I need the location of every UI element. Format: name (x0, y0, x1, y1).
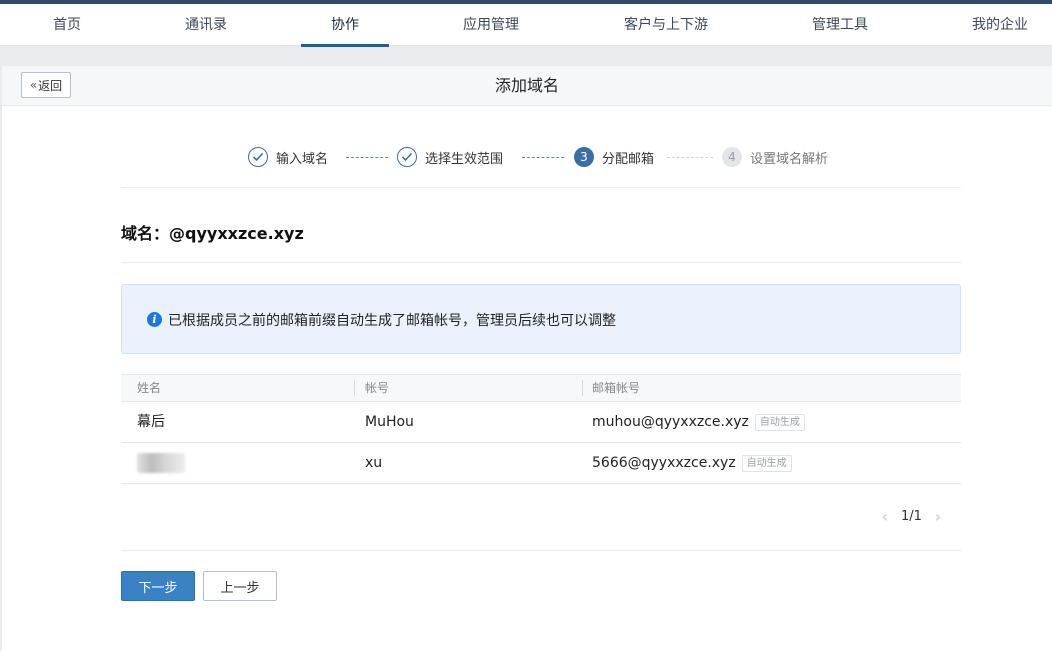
page-indicator: 1/1 (901, 508, 922, 524)
cell-name: 幕后 (137, 414, 165, 430)
cell-name (137, 443, 185, 483)
pagination: ‹ 1/1 › (878, 506, 945, 526)
column-separator (354, 380, 355, 396)
mailbox-table: 姓名 帐号 邮箱帐号 幕后 MuHou muhou@qyyxxzce.xyz 自动… (121, 374, 961, 484)
column-header-email: 邮箱帐号 (592, 381, 641, 395)
nav-item-management-tools[interactable]: 管理工具 (804, 4, 876, 45)
back-button-label: 返回 (38, 78, 63, 93)
chevron-right-icon[interactable]: › (931, 507, 945, 526)
step-enter-domain: 输入域名 (248, 146, 328, 168)
email-address: 5666@qyyxxzce.xyz (592, 455, 736, 471)
nav-item-customers-upstream[interactable]: 客户与上下游 (614, 4, 718, 45)
table-row: 幕后 MuHou muhou@qyyxxzce.xyz 自动生成 (121, 402, 961, 443)
nav-item-my-company[interactable]: 我的企业 (964, 4, 1036, 45)
step-number-badge: 3 (574, 147, 594, 167)
divider (121, 550, 961, 551)
step-assign-mailbox: 3 分配邮箱 (574, 146, 654, 168)
email-address: muhou@qyyxxzce.xyz (592, 414, 749, 430)
previous-step-button[interactable]: 上一步 (203, 571, 277, 601)
back-button[interactable]: « 返回 (21, 72, 71, 98)
step-indicator: 输入域名 选择生效范围 3 分配邮箱 4 设置域名解析 (248, 146, 848, 168)
check-icon (397, 147, 417, 167)
nav-item-contacts[interactable]: 通讯录 (176, 4, 236, 45)
cell-account: MuHou (365, 414, 414, 430)
info-icon: i (147, 312, 162, 327)
column-header-name: 姓名 (137, 381, 162, 395)
step-connector (667, 157, 713, 158)
auto-generated-badge: 自动生成 (741, 454, 792, 472)
step-label: 输入域名 (276, 151, 329, 167)
column-header-account: 帐号 (365, 381, 390, 395)
divider (121, 187, 961, 188)
step-dns-setup: 4 设置域名解析 (722, 146, 828, 168)
add-domain-panel: 添加域名 « 返回 输入域名 选择生效范围 3 分配邮箱 4 设置域名解析 域名… (2, 66, 1052, 651)
step-connector (346, 157, 388, 158)
auto-generated-badge: 自动生成 (754, 413, 805, 431)
cell-email: muhou@qyyxxzce.xyz 自动生成 (592, 402, 805, 442)
next-step-button[interactable]: 下一步 (121, 571, 195, 601)
domain-value: @qyyxxzce.xyz (169, 224, 304, 243)
redacted-name (137, 453, 185, 473)
step-select-scope: 选择生效范围 (397, 146, 503, 168)
info-notice: i 已根据成员之前的邮箱前缀自动生成了邮箱帐号，管理员后续也可以调整 (121, 284, 961, 354)
table-row: xu 5666@qyyxxzce.xyz 自动生成 (121, 443, 961, 484)
notice-text: 已根据成员之前的邮箱前缀自动生成了邮箱帐号，管理员后续也可以调整 (168, 313, 616, 329)
domain-display: 域名：@qyyxxzce.xyz (121, 220, 304, 244)
step-label: 选择生效范围 (425, 151, 504, 167)
cell-account: xu (365, 455, 383, 471)
cell-email: 5666@qyyxxzce.xyz 自动生成 (592, 443, 792, 483)
domain-label: 域名： (121, 224, 170, 243)
step-label: 设置域名解析 (750, 151, 829, 167)
column-separator (582, 380, 583, 396)
double-chevron-left-icon: « (29, 78, 38, 92)
top-navigation: 首页 通讯录 协作 应用管理 客户与上下游 管理工具 我的企业 (0, 4, 1052, 47)
step-connector (522, 157, 564, 158)
nav-active-indicator (301, 44, 389, 47)
panel-header: 添加域名 « 返回 (2, 66, 1052, 106)
check-icon (248, 147, 268, 167)
table-header: 姓名 帐号 邮箱帐号 (121, 374, 961, 402)
page-title: 添加域名 (494, 76, 559, 95)
nav-item-app-management[interactable]: 应用管理 (455, 4, 527, 45)
step-label: 分配邮箱 (602, 151, 655, 167)
nav-item-collaboration[interactable]: 协作 (301, 4, 389, 45)
divider (121, 262, 961, 263)
nav-item-home[interactable]: 首页 (42, 4, 92, 45)
step-number-badge: 4 (722, 147, 742, 167)
chevron-left-icon[interactable]: ‹ (878, 507, 892, 526)
